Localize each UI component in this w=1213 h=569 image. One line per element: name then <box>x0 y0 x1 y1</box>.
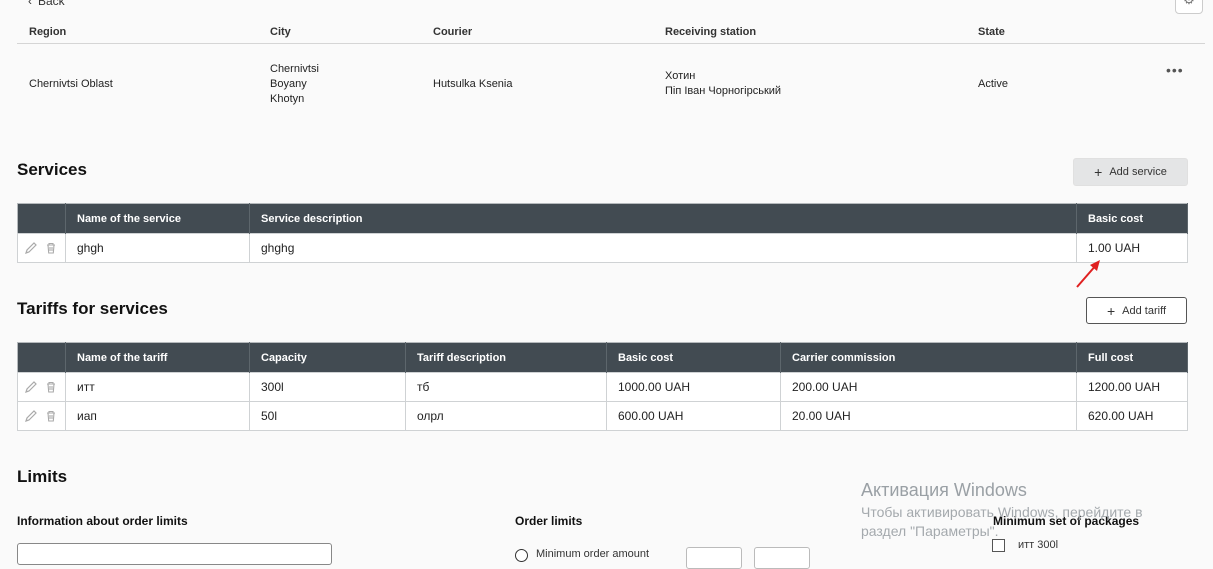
full-cost-cell: 620.00 UAH <box>1076 401 1188 431</box>
order-limits-info-input[interactable] <box>17 543 332 565</box>
back-link[interactable]: ‹ Back <box>28 0 65 8</box>
trash-icon[interactable] <box>44 241 58 255</box>
service-name-header: Name of the service <box>65 203 250 234</box>
column-state: State <box>978 26 1005 38</box>
gear-icon: ⚙ <box>1183 0 1195 8</box>
column-courier: Courier <box>433 26 473 38</box>
windows-activation-title: Активация Windows <box>861 480 1027 500</box>
min-order-input[interactable] <box>686 547 742 569</box>
plus-icon: + <box>1094 164 1103 180</box>
edit-icon[interactable] <box>24 241 38 255</box>
windows-activation-line: Чтобы активировать Windows, перейдите в <box>861 504 1143 520</box>
table-row: итт 300l тб 1000.00 UAH 200.00 UAH 1200.… <box>17 372 1188 402</box>
region-value: Chernivtsi Oblast <box>29 78 113 90</box>
column-receiving-station: Receiving station <box>665 26 757 38</box>
add-service-label: Add service <box>1109 166 1167 178</box>
carrier-commission-cell: 20.00 UAH <box>780 401 1077 431</box>
tariff-name-cell: итт <box>65 372 250 402</box>
max-order-input[interactable] <box>754 547 810 569</box>
station-item: Піп Іван Чорногірський <box>665 85 782 97</box>
station-item: Хотин <box>665 70 696 82</box>
back-label: Back <box>38 0 65 8</box>
courier-value: Hutsulka Ksenia <box>433 78 513 90</box>
row-actions <box>17 233 66 263</box>
header-divider <box>17 43 1205 44</box>
full-cost-cell: 1200.00 UAH <box>1076 372 1188 402</box>
capacity-cell: 50l <box>249 401 406 431</box>
capacity-header: Capacity <box>249 342 406 373</box>
tariffs-title: Tariffs for services <box>17 299 168 318</box>
table-row: иап 50l олрл 600.00 UAH 20.00 UAH 620.00… <box>17 401 1188 431</box>
carrier-commission-header: Carrier commission <box>780 342 1077 373</box>
min-order-label: Minimum order amount <box>536 548 650 560</box>
order-limits-label: Order limits <box>515 514 583 528</box>
limits-title: Limits <box>17 467 68 486</box>
tariff-name-header: Name of the tariff <box>65 342 250 373</box>
tariffs-table: Name of the tariff Capacity Tariff descr… <box>17 342 1188 431</box>
windows-activation-text: Чтобы активировать Windows, перейдите в … <box>861 503 1201 541</box>
service-description-header: Service description <box>249 203 1077 234</box>
city-item: Chernivtsi <box>270 63 319 75</box>
plus-icon: + <box>1106 302 1116 319</box>
full-cost-header: Full cost <box>1076 342 1188 373</box>
row-actions <box>17 401 66 431</box>
services-table: Name of the service Service description … <box>17 203 1188 263</box>
station-list: Хотин Піп Іван Чорногірський <box>665 69 781 99</box>
service-name-cell: ghgh <box>65 233 250 263</box>
basic-cost-cell: 1000.00 UAH <box>606 372 781 402</box>
annotation-arrow-icon <box>1076 260 1100 288</box>
table-row: ghgh ghghg 1.00 UAH <box>17 233 1188 263</box>
city-item: Khotyn <box>270 93 305 105</box>
trash-icon[interactable] <box>44 380 58 394</box>
add-service-button[interactable]: + Add service <box>1073 158 1188 186</box>
column-city: City <box>270 26 291 38</box>
actions-header <box>17 342 66 373</box>
edit-icon[interactable] <box>24 409 38 423</box>
services-title: Services <box>17 160 87 179</box>
settings-button[interactable]: ⚙ <box>1175 0 1203 14</box>
state-value: Active <box>978 78 1008 90</box>
trash-icon[interactable] <box>44 409 58 423</box>
capacity-cell: 300l <box>249 372 406 402</box>
add-tariff-button[interactable]: + Add tariff <box>1086 297 1187 324</box>
tariff-description-header: Tariff description <box>405 342 607 373</box>
basic-cost-header: Basic cost <box>1076 203 1188 234</box>
tariff-name-cell: иап <box>65 401 250 431</box>
actions-header <box>17 203 66 234</box>
basic-cost-header: Basic cost <box>606 342 781 373</box>
min-order-radio[interactable] <box>515 549 528 562</box>
carrier-commission-cell: 200.00 UAH <box>780 372 1077 402</box>
row-menu-button[interactable]: ••• <box>1166 62 1184 78</box>
edit-icon[interactable] <box>24 380 38 394</box>
add-tariff-label: Add tariff <box>1122 304 1166 317</box>
order-limits-info-label: Information about order limits <box>17 514 188 528</box>
column-region: Region <box>29 26 67 38</box>
service-description-cell: ghghg <box>249 233 1077 263</box>
tariff-description-cell: олрл <box>405 401 607 431</box>
basic-cost-cell: 600.00 UAH <box>606 401 781 431</box>
tariff-description-cell: тб <box>405 372 607 402</box>
city-list: Chernivtsi Boyany Khotyn <box>270 62 319 107</box>
row-actions <box>17 372 66 402</box>
chevron-left-icon: ‹ <box>28 0 32 8</box>
windows-activation-line: раздел "Параметры". <box>861 523 999 539</box>
city-item: Boyany <box>270 78 307 90</box>
